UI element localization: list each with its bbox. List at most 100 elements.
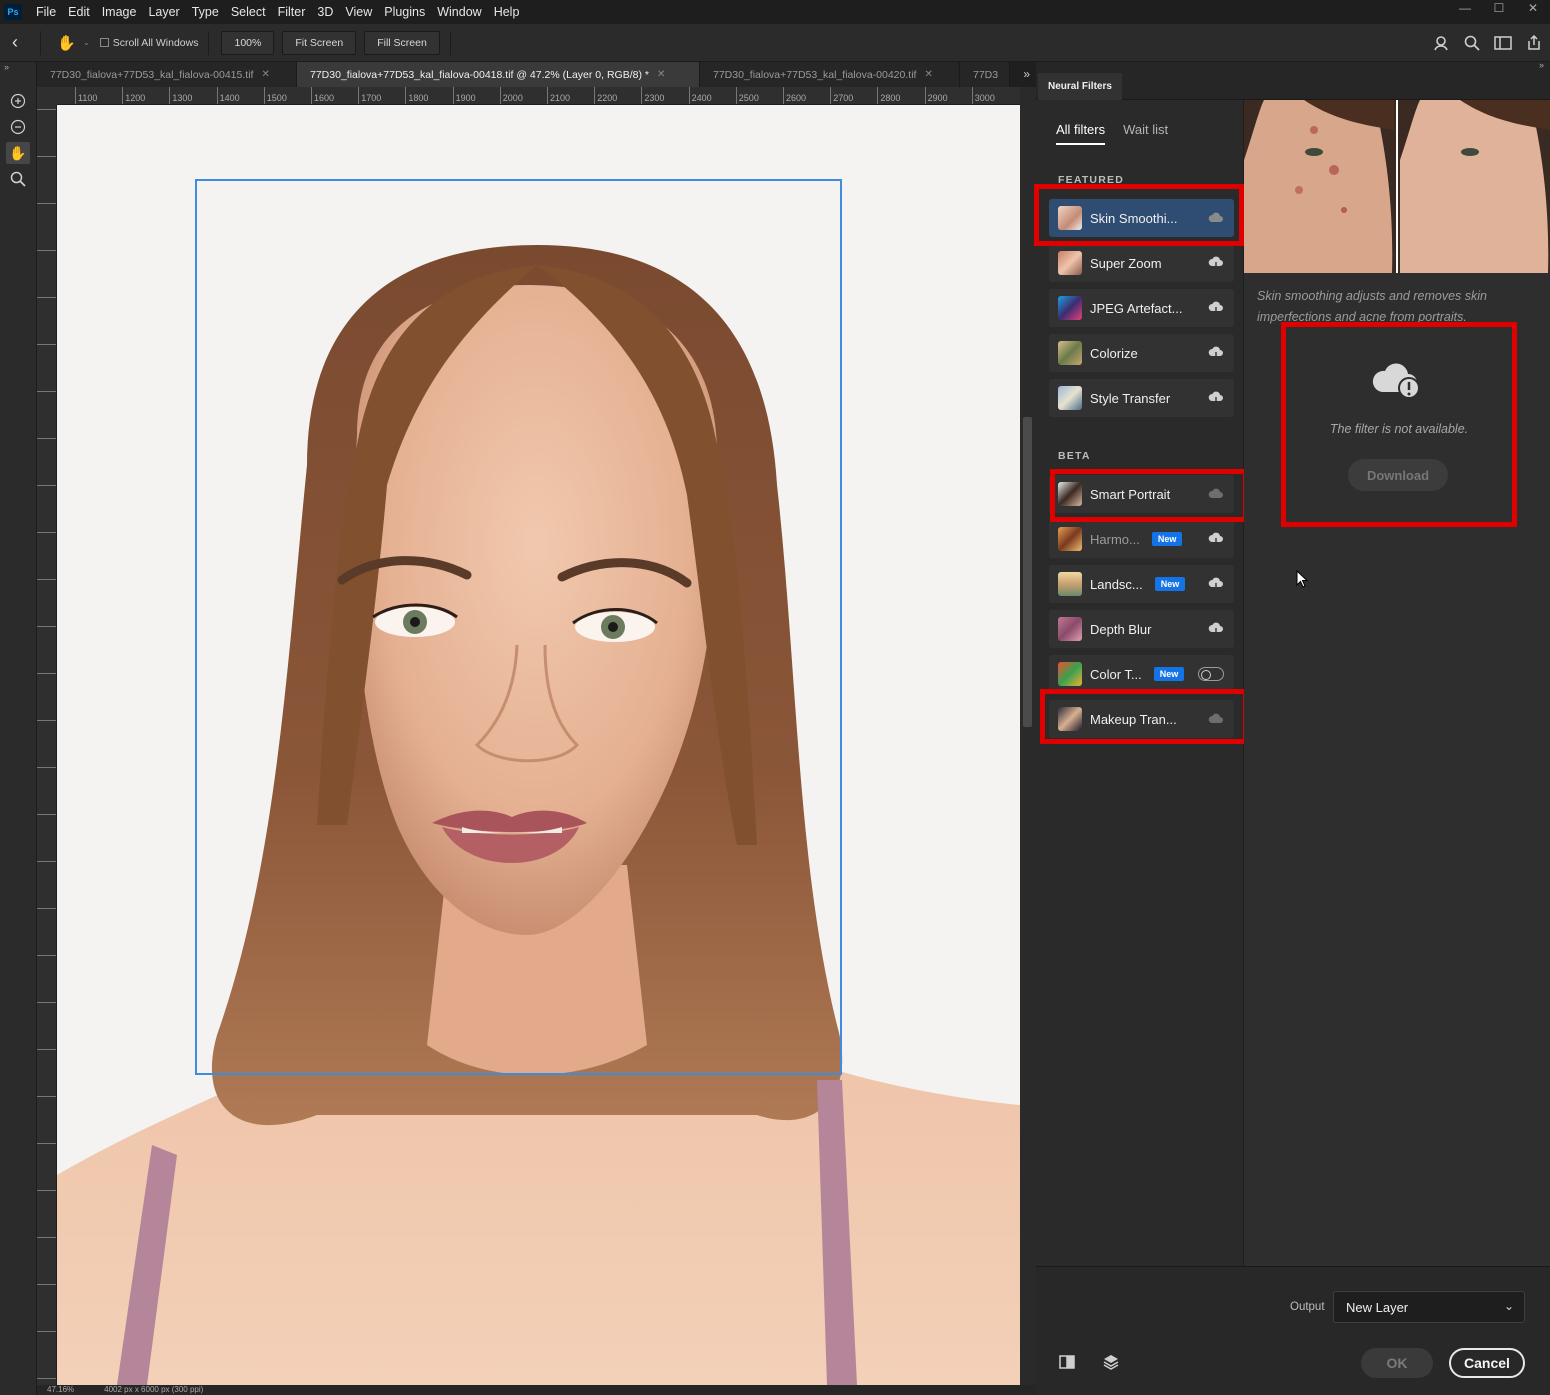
layers-icon[interactable] [1102,1353,1120,1371]
search-icon[interactable] [1464,35,1480,51]
workspace-icon[interactable] [1494,36,1512,50]
cloud-icon [1208,488,1223,498]
menu-select[interactable]: Select [225,0,272,24]
tab-label: 77D30_fialova+77D53_kal_fialova-00420.ti… [713,68,917,81]
ruler-tick-label: 1900 [452,87,476,104]
zoom-in-icon[interactable] [6,90,30,112]
ruler-tick [37,1331,56,1332]
scroll-all-windows-checkbox[interactable]: Scroll All Windows [99,37,198,49]
output-select-value: New Layer [1346,1299,1409,1315]
menu-view[interactable]: View [339,0,378,24]
neural-filters-tab[interactable]: Neural Filters [1038,73,1122,100]
share-export-icon[interactable] [1526,35,1542,51]
ruler-tick [37,673,56,674]
filter-name: Super Zoom [1090,255,1162,271]
zoom-out-icon[interactable] [6,116,30,138]
filter-skin-smoothing[interactable]: Skin Smoothi... [1049,199,1234,237]
maximize-button[interactable]: ☐ [1482,0,1516,16]
filter-jpeg-artefacts[interactable]: JPEG Artefact... [1049,289,1234,327]
scrollbar-thumb[interactable] [1023,417,1032,727]
back-arrow-icon[interactable]: ‹ [0,32,30,53]
compare-view-icon[interactable] [1058,1353,1076,1371]
collapse-panel-icon[interactable]: » [1539,60,1544,70]
featured-heading: FEATURED [1058,174,1124,186]
fill-screen-button[interactable]: Fill Screen [364,30,440,55]
tab-document-00420[interactable]: 77D30_fialova+77D53_kal_fialova-00420.ti… [700,62,960,87]
zoom-100-button[interactable]: 100% [221,30,275,55]
cloud-alert-icon [1372,363,1420,399]
close-icon[interactable]: ✕ [261,69,269,80]
cloud-download-icon[interactable] [1208,622,1224,636]
filter-description: Skin smoothing adjusts and removes skin … [1257,289,1487,324]
tab-document-00418[interactable]: 77D30_fialova+77D53_kal_fialova-00418.ti… [297,62,700,87]
filter-color-transfer[interactable]: Color T... New [1049,655,1234,693]
ruler-tick-label: 1400 [216,87,240,104]
ruler-tick [37,1143,56,1144]
close-icon[interactable]: ✕ [924,69,932,80]
filter-makeup-transfer[interactable]: Makeup Tran... [1049,700,1234,738]
tab-document-00415[interactable]: 77D30_fialova+77D53_kal_fialova-00415.ti… [37,62,297,87]
cloud-download-icon[interactable] [1208,391,1224,405]
ruler-tick [37,908,56,909]
filter-landscape-mixer[interactable]: Landsc... New [1049,565,1234,603]
zoom-tool-icon[interactable] [6,168,30,190]
hand-tool-icon[interactable]: ✋ [6,142,30,164]
menu-layer[interactable]: Layer [142,0,185,24]
close-icon[interactable]: ✕ [657,69,665,80]
filter-depth-blur[interactable]: Depth Blur [1049,610,1234,648]
menu-3d[interactable]: 3D [311,0,339,24]
tabs-overflow-icon[interactable]: » [1023,62,1030,87]
cancel-button[interactable]: Cancel [1449,1348,1525,1378]
filter-super-zoom[interactable]: Super Zoom [1049,244,1234,282]
menu-help[interactable]: Help [488,0,526,24]
cloud-download-icon[interactable] [1208,346,1224,360]
filter-style-transfer[interactable]: Style Transfer [1049,379,1234,417]
menu-window[interactable]: Window [431,0,487,24]
menu-type[interactable]: Type [186,0,225,24]
jpeg-artefacts-thumbnail [1058,296,1082,320]
share-user-icon[interactable] [1434,35,1450,51]
minimize-button[interactable]: — [1448,0,1482,16]
tab-wait-list[interactable]: Wait list [1123,122,1168,145]
crop-selection-frame[interactable] [195,179,842,1075]
photoshop-logo-icon: Ps [4,4,22,20]
checkbox-box[interactable] [99,38,109,47]
new-badge: New [1154,577,1186,591]
tab-label: 77D3 [973,68,999,81]
cloud-download-icon[interactable] [1208,301,1224,315]
cloud-download-icon[interactable] [1208,256,1224,270]
divider [40,30,41,55]
cloud-download-icon[interactable] [1208,532,1224,546]
fit-screen-button[interactable]: Fit Screen [282,30,357,55]
canvas-vertical-scrollbar[interactable] [1020,87,1036,1385]
ruler-tick [37,767,56,768]
chevron-down-icon: ⌄ [1503,1299,1514,1313]
ruler-tick [37,1378,56,1379]
menu-file[interactable]: File [30,0,62,24]
menu-filter[interactable]: Filter [272,0,312,24]
filter-colorize[interactable]: Colorize [1049,334,1234,372]
color-transfer-toggle[interactable] [1198,667,1224,681]
menu-plugins[interactable]: Plugins [378,0,431,24]
status-zoom[interactable]: 47.16% [47,1385,74,1395]
skin-smoothing-preview-image [1244,100,1550,273]
tab-document-overflow[interactable]: 77D3 [960,62,1010,87]
download-button[interactable]: Download [1348,459,1448,491]
skin-smoothing-thumbnail [1058,206,1082,230]
document-canvas[interactable] [57,105,1020,1385]
filter-name: Depth Blur [1090,621,1152,637]
cloud-download-icon[interactable] [1208,577,1224,591]
menu-image[interactable]: Image [96,0,143,24]
tab-all-filters[interactable]: All filters [1056,122,1106,145]
hand-tool-preset-icon[interactable]: ✋ [57,34,83,52]
chevron-down-icon[interactable]: ⌄ [83,38,90,47]
close-window-button[interactable]: ✕ [1516,0,1550,16]
ok-button[interactable]: OK [1361,1348,1433,1378]
ruler-tick-label: 2000 [499,87,523,104]
expand-panel-icon[interactable]: » [4,62,9,72]
makeup-transfer-thumbnail [1058,707,1082,731]
menu-edit[interactable]: Edit [62,0,96,24]
filter-harmonization[interactable]: Harmo... New [1049,520,1234,558]
filter-smart-portrait[interactable]: Smart Portrait [1049,475,1234,513]
output-select[interactable]: New Layer ⌄ [1333,1291,1525,1323]
